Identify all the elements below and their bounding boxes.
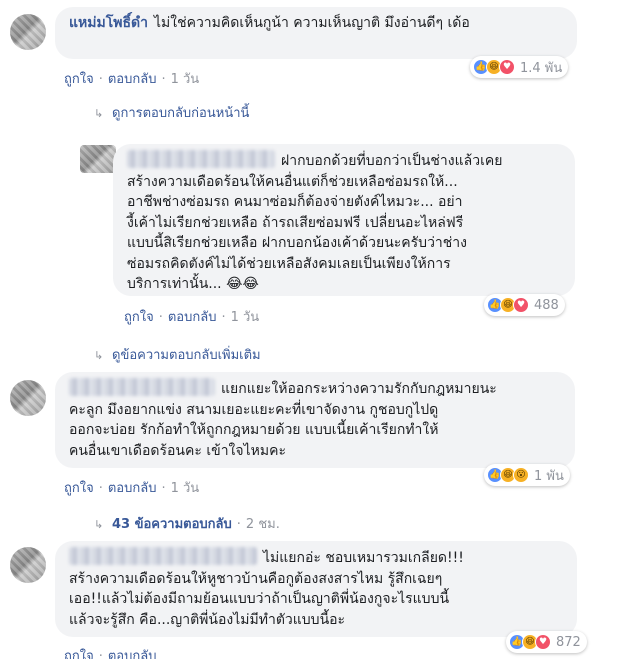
reply-link[interactable]: ตอบกลับ xyxy=(168,310,217,325)
love-reaction-icon: ♥ xyxy=(513,297,529,313)
separator-dot: · xyxy=(98,72,103,87)
comment-actions: ถูกใจ · ตอบกลับ · 1 วัน xyxy=(124,306,259,327)
comment-text-line: ไม่แยกอ่ะ ชอบเหมารวมเกลียด!!! xyxy=(263,550,464,566)
like-link[interactable]: ถูกใจ xyxy=(64,481,94,496)
comment-actions: ถูกใจ · ตอบกลับ · 1 วัน xyxy=(64,68,199,89)
blurred-author[interactable] xyxy=(69,378,215,396)
comment-bubble: ไม่แยกอ่ะ ชอบเหมารวมเกลียด!!! สร้างความเ… xyxy=(55,541,577,637)
comment-text-line: แบบนี้สิเรียกช่วยเหลือ ฝากบอกน้องเค้าด้ว… xyxy=(127,235,467,251)
comment-text-line: ฝากบอกด้วยที่บอกว่าเป็นช่างแล้วเคย xyxy=(281,153,503,169)
like-link[interactable]: ถูกใจ xyxy=(124,310,154,325)
comment-text-line: คะลูก มึงอยากแข่ง สนามเยอะแยะคะที่เขาจัด… xyxy=(69,401,439,418)
comment-bubble: ฝากบอกด้วยที่บอกว่าเป็นช่างแล้วเคย สร้าง… xyxy=(113,144,575,296)
reaction-count: 1.4 พัน xyxy=(520,60,563,76)
comment-actions: ถูกใจ · ตอบกลับ xyxy=(64,645,156,659)
replies-count-label: 43 ข้อความตอบกลับ xyxy=(112,517,232,532)
reply-arrow-icon: ↳ xyxy=(94,349,104,362)
comment-text-line: แยกแยะให้ออกระหว่างความรักกับกฎหมายนะ xyxy=(221,381,497,397)
separator-dot: · xyxy=(158,310,163,325)
avatar[interactable] xyxy=(10,14,46,50)
timestamp[interactable]: 1 วัน xyxy=(171,72,200,87)
comment-text-line: เออ!!แล้วไม่ต้องมีถามย้อนแบบว่าถ้าเป็นญา… xyxy=(69,591,450,607)
reaction-count: 488 xyxy=(534,297,559,313)
comment-actions: ถูกใจ · ตอบกลับ · 1 วัน xyxy=(64,477,199,498)
reaction-summary[interactable]: 👍 😆 ♥ 488 xyxy=(484,294,565,316)
avatar[interactable] xyxy=(10,547,46,583)
separator-dot: · xyxy=(161,72,166,87)
reply-link[interactable]: ตอบกลับ xyxy=(108,649,157,659)
comment-text-line: ซ่อมรถคิดตังค์ไม่ได้ช่วยเหลือสังคมเลยเป็… xyxy=(127,255,451,272)
comment-text-line: บริการเท่านั้น... 😂😂 xyxy=(127,276,259,292)
timestamp[interactable]: 1 วัน xyxy=(171,481,200,496)
separator-dot: · xyxy=(221,310,226,325)
timestamp[interactable]: 2 ชม. xyxy=(246,517,280,532)
avatar[interactable] xyxy=(10,380,46,416)
blurred-author[interactable] xyxy=(127,150,275,168)
reply-arrow-icon: ↳ xyxy=(94,107,104,120)
separator-dot: · xyxy=(161,481,166,496)
comment-author[interactable]: แหม่มโพธิ์ดำ xyxy=(69,15,148,31)
reply-arrow-icon: ↳ xyxy=(94,518,104,531)
comment-text-line: งี้เค้าไม่เรียกช่วยเหลือ ถ้ารถเสียซ่อมฟร… xyxy=(127,214,464,231)
wow-reaction-icon: 😮 xyxy=(513,467,529,483)
like-link[interactable]: ถูกใจ xyxy=(64,649,94,659)
comment-text-line: สร้างความเดือดร้อนให้หูชาวบ้านคือกูต้องส… xyxy=(69,570,443,587)
avatar[interactable] xyxy=(80,145,116,173)
view-earlier-replies[interactable]: ↳ ดูการตอบกลับก่อนหน้านี้ xyxy=(94,102,249,123)
separator-dot: · xyxy=(236,517,241,532)
reply-link[interactable]: ตอบกลับ xyxy=(108,72,157,87)
view-replies[interactable]: ↳ 43 ข้อความตอบกลับ · 2 ชม. xyxy=(94,513,280,534)
comment-text-line: แล้วจะรู้สึก คือ...ญาติพี่น้องไม่มีทำตัว… xyxy=(69,611,346,628)
comment-text-line: คนอื่นเขาเดือดร้อนคะ เข้าใจไหมคะ xyxy=(69,442,286,459)
view-more-replies-label: ดูข้อความตอบกลับเพิ่มเติม xyxy=(112,348,261,363)
reaction-summary[interactable]: 👍 😆 ♥ 1.4 พัน xyxy=(470,56,569,78)
separator-dot: · xyxy=(98,481,103,496)
comment-text-line: ออกจะบ่อย รักก้อทำให้ถูกกฎหมายด้วย แบบเน… xyxy=(69,422,439,438)
reaction-count: 1 พัน xyxy=(534,468,564,484)
view-more-replies[interactable]: ↳ ดูข้อความตอบกลับเพิ่มเติม xyxy=(94,344,261,365)
separator-dot: · xyxy=(98,649,103,659)
view-earlier-replies-label: ดูการตอบกลับก่อนหน้านี้ xyxy=(112,106,250,121)
love-reaction-icon: ♥ xyxy=(499,59,515,75)
comment-text: ไม่ใช่ความคิดเห็นกูน้า ความเห็นญาติ มึงอ… xyxy=(153,15,470,31)
reply-link[interactable]: ตอบกลับ xyxy=(108,481,157,496)
love-reaction-icon: ♥ xyxy=(535,634,551,650)
blurred-author[interactable] xyxy=(69,547,257,565)
reaction-summary[interactable]: 👍 😆 😮 1 พัน xyxy=(484,464,570,486)
comment-bubble: แหม่มโพธิ์ดำ ไม่ใช่ความคิดเห็นกูน้า ความเ… xyxy=(55,7,577,59)
like-link[interactable]: ถูกใจ xyxy=(64,72,94,87)
comment-bubble: แยกแยะให้ออกระหว่างความรักกับกฎหมายนะ คะ… xyxy=(55,372,575,468)
reaction-summary[interactable]: 👍 😆 ♥ 872 xyxy=(506,631,587,653)
timestamp[interactable]: 1 วัน xyxy=(231,310,260,325)
reaction-count: 872 xyxy=(556,634,581,650)
comment-text-line: อาชีพช่างซ่อมรถ คนมาซ่อมก็ต้องจ่ายตังค์ไ… xyxy=(127,194,463,210)
comment-text-line: สร้างความเดือดร้อนให้คนอื่นแต่ก็ช่วยเหลื… xyxy=(127,173,458,190)
